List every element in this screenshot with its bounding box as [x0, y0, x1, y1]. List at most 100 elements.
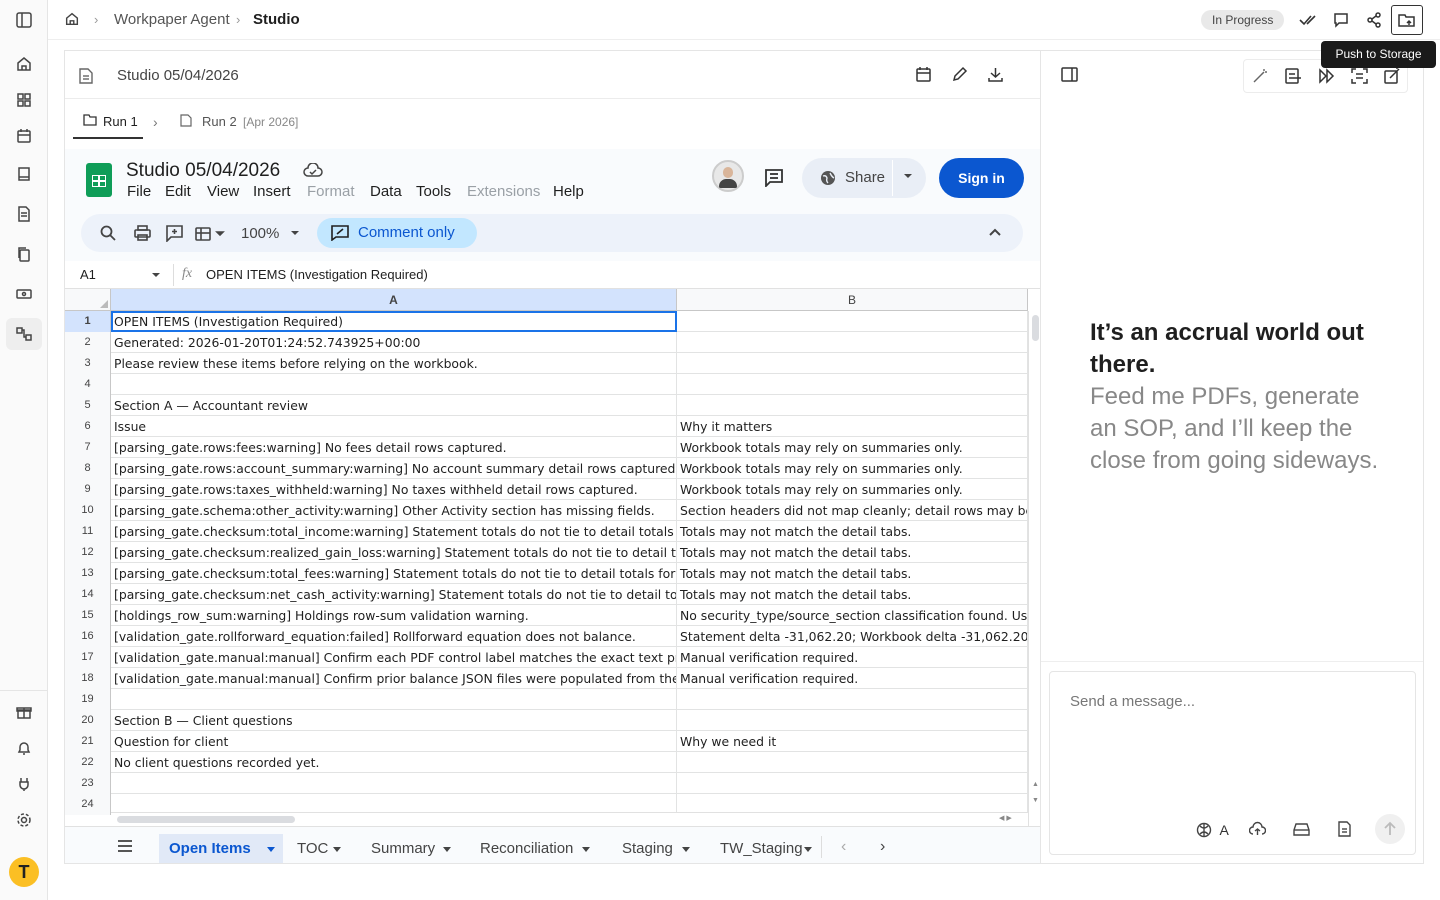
vertical-scrollbar[interactable]: ▲ ▼ — [1028, 311, 1040, 826]
cell-b[interactable]: Manual verification required. — [677, 647, 1028, 668]
cell-a[interactable]: Section B — Client questions — [111, 710, 677, 731]
cell-a[interactable] — [111, 374, 677, 395]
cell-a[interactable]: [parsing_gate.checksum:net_cash_activity… — [111, 584, 677, 605]
column-header-a[interactable]: A — [111, 289, 677, 311]
cell-a[interactable]: Issue — [111, 416, 677, 437]
sheet-tab[interactable]: Reconciliation — [470, 834, 598, 863]
cell-a[interactable]: [validation_gate.manual:manual] Confirm … — [111, 647, 677, 668]
cell-b[interactable] — [677, 752, 1028, 773]
pdf-icon[interactable] — [1285, 68, 1302, 84]
row-number[interactable]: 6 — [65, 416, 111, 437]
caret-down-icon[interactable] — [333, 847, 341, 852]
card-icon[interactable] — [12, 282, 36, 306]
workflow-icon[interactable] — [6, 318, 42, 350]
cell-a[interactable]: Please review these items before relying… — [111, 353, 677, 374]
tab-run-2[interactable]: Run 2 [Apr 2026] — [180, 99, 310, 139]
comment-only-button[interactable]: Comment only — [317, 218, 477, 248]
menu-file[interactable]: File — [127, 183, 151, 200]
cell-b[interactable]: Totals may not match the detail tabs. — [677, 521, 1028, 542]
row-number[interactable]: 21 — [65, 731, 111, 752]
cell-a[interactable]: [parsing_gate.schema:other_activity:warn… — [111, 500, 677, 521]
row-number[interactable]: 10 — [65, 500, 111, 521]
sheet-tab[interactable]: Open Items — [159, 834, 283, 863]
push-to-storage-icon[interactable] — [1391, 5, 1423, 35]
user-avatar[interactable]: T — [9, 857, 39, 887]
scroll-tabs-left-icon[interactable]: ‹ — [841, 838, 846, 856]
select-all-corner[interactable] — [65, 289, 111, 311]
cell-a[interactable]: [validation_gate.rollforward_equation:fa… — [111, 626, 677, 647]
row-number[interactable]: 12 — [65, 542, 111, 563]
gift-icon[interactable] — [12, 700, 36, 724]
scroll-tabs-right-icon[interactable]: › — [880, 838, 885, 856]
row-number[interactable]: 2 — [65, 332, 111, 353]
cell-b[interactable] — [677, 710, 1028, 731]
cell-a[interactable]: OPEN ITEMS (Investigation Required) — [111, 311, 677, 332]
caret-down-icon[interactable] — [151, 272, 161, 278]
row-number[interactable]: 13 — [65, 563, 111, 584]
all-sheets-icon[interactable] — [117, 840, 133, 852]
name-box[interactable]: A1 — [80, 267, 96, 282]
file-attach-icon[interactable] — [1337, 821, 1352, 837]
row-number[interactable]: 3 — [65, 353, 111, 374]
row-number[interactable]: 23 — [65, 773, 111, 794]
cell-b[interactable]: Why we need it — [677, 731, 1028, 752]
cell-a[interactable]: [parsing_gate.rows:account_summary:warni… — [111, 458, 677, 479]
cell-a[interactable]: Section A — Accountant review — [111, 395, 677, 416]
share-icon[interactable] — [1358, 5, 1390, 35]
row-number[interactable]: 11 — [65, 521, 111, 542]
cell-b[interactable]: Totals may not match the detail tabs. — [677, 563, 1028, 584]
chevron-up-icon[interactable] — [989, 228, 1001, 236]
row-number[interactable]: 1 — [65, 311, 111, 332]
sheet-tab[interactable]: TOC — [287, 834, 349, 863]
settings-icon[interactable] — [12, 808, 36, 832]
cell-a[interactable]: [parsing_gate.rows:taxes_withheld:warnin… — [111, 479, 677, 500]
menu-format[interactable]: Format — [307, 183, 355, 200]
sheet-tab[interactable]: TW_Staging — [710, 834, 820, 863]
cell-b[interactable]: Totals may not match the detail tabs. — [677, 542, 1028, 563]
row-number[interactable]: 14 — [65, 584, 111, 605]
download-icon[interactable] — [987, 66, 1004, 83]
account-avatar[interactable] — [712, 160, 744, 192]
caret-down-icon[interactable] — [443, 847, 451, 852]
new-note-icon[interactable] — [1384, 68, 1401, 84]
calendar-icon[interactable] — [12, 124, 36, 148]
cell-b[interactable]: Totals may not match the detail tabs. — [677, 584, 1028, 605]
edit-icon[interactable] — [951, 66, 968, 83]
cell-b[interactable] — [677, 332, 1028, 353]
message-input[interactable]: Send a message... — [1070, 693, 1195, 710]
sheet-tab[interactable]: Staging — [612, 834, 698, 863]
cell-b[interactable]: Section headers did not map cleanly; det… — [677, 500, 1028, 521]
add-comment-icon[interactable] — [166, 225, 183, 242]
sidebar-toggle-icon[interactable] — [12, 8, 36, 32]
plug-icon[interactable] — [12, 772, 36, 796]
menu-data[interactable]: Data — [370, 183, 402, 200]
bell-icon[interactable] — [12, 736, 36, 760]
caret-down-icon[interactable] — [290, 230, 300, 236]
cell-a[interactable] — [111, 689, 677, 710]
sign-in-button[interactable]: Sign in — [939, 158, 1024, 198]
row-number[interactable]: 9 — [65, 479, 111, 500]
caret-down-icon[interactable] — [804, 847, 812, 852]
caret-down-icon[interactable] — [582, 847, 590, 852]
cell-a[interactable]: [parsing_gate.checksum:total_fees:warnin… — [111, 563, 677, 584]
upload-icon[interactable] — [1249, 821, 1266, 837]
cell-a[interactable]: [parsing_gate.checksum:realized_gain_los… — [111, 542, 677, 563]
row-number[interactable]: 20 — [65, 710, 111, 731]
cell-a[interactable]: [parsing_gate.rows:fees:warning] No fees… — [111, 437, 677, 458]
cell-a[interactable]: Generated: 2026-01-20T01:24:52.743925+00… — [111, 332, 677, 353]
cell-b[interactable] — [677, 395, 1028, 416]
comments-icon[interactable] — [764, 168, 784, 187]
cell-a[interactable]: Question for client — [111, 731, 677, 752]
send-button[interactable] — [1375, 814, 1405, 844]
fast-forward-icon[interactable] — [1318, 68, 1335, 84]
share-button[interactable]: Share — [802, 158, 926, 198]
comment-icon[interactable] — [1325, 5, 1357, 35]
row-number[interactable]: 15 — [65, 605, 111, 626]
cell-b[interactable] — [677, 374, 1028, 395]
cell-b[interactable]: Workbook totals may rely on summaries on… — [677, 458, 1028, 479]
row-number[interactable]: 22 — [65, 752, 111, 773]
caret-down-icon[interactable] — [267, 847, 275, 852]
row-number[interactable]: 16 — [65, 626, 111, 647]
menu-help[interactable]: Help — [553, 183, 584, 200]
row-number[interactable]: 18 — [65, 668, 111, 689]
